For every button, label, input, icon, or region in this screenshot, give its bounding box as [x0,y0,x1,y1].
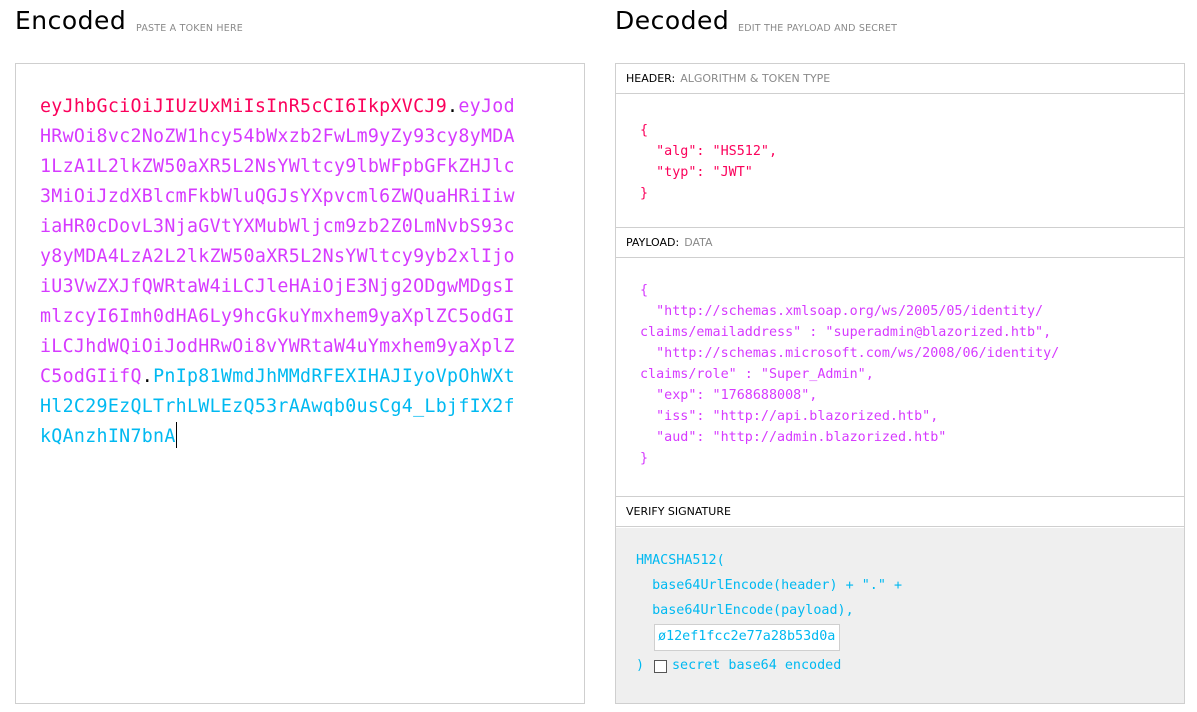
payload-json-line: "http://schemas.xmlsoap.org/ws/2005/05/i… [640,304,1044,319]
decoded-title: Decoded [615,6,730,35]
secret-input[interactable]: ø12ef1fcc2e77a28b53d0a [654,624,840,651]
encoded-title: Encoded [15,6,127,35]
verify-section-label: VERIFY SIGNATURE [626,505,731,518]
payload-json-line: { [640,283,649,298]
payload-json-line: claims/emailaddress" : "superadmin@blazo… [640,325,1052,340]
token-dot: . [141,366,154,387]
decoded-subtitle: EDIT THE PAYLOAD AND SECRET [738,23,898,34]
encoded-token-text[interactable]: eyJhbGciOiJIUzUxMiIsInR5cCI6IkpXVCJ9.eyJ… [40,92,520,452]
payload-json-editor[interactable]: { "http://schemas.xmlsoap.org/ws/2005/05… [640,280,1059,469]
token-dot: . [447,96,459,117]
payload-section-sub: DATA [684,236,713,249]
encoded-token-textarea[interactable]: eyJhbGciOiJIUzUxMiIsInR5cCI6IkpXVCJ9.eyJ… [15,63,585,704]
header-section-heading: HEADER: ALGORITHM & TOKEN TYPE [616,64,1184,94]
decoded-panel: Decoded EDIT THE PAYLOAD AND SECRET HEAD… [615,0,1185,712]
header-json-editor[interactable]: { "alg": "HS512", "typ": "JWT"} [640,120,777,204]
header-json-line: "alg": "HS512", [640,144,778,159]
header-json-line: } [640,186,649,201]
token-payload-part: eyJodHRwOi8vc2NoZW1hcy54bWxzb2FwLm9yZy93… [40,96,515,387]
encoded-subtitle: PASTE A TOKEN HERE [136,23,243,34]
payload-json-line: "exp": "1768688008", [640,388,818,403]
secret-base64-checkbox[interactable] [654,660,667,673]
header-json-line: { [640,123,649,138]
payload-json-line: "iss": "http://api.blazorized.htb", [640,409,939,424]
hmac-close-paren: ) [636,658,645,673]
decoded-box: HEADER: ALGORITHM & TOKEN TYPE { "alg": … [615,63,1185,704]
payload-json-line: claims/role" : "Super_Admin", [640,367,874,382]
text-cursor [175,422,177,448]
payload-section-heading: PAYLOAD: DATA [616,228,1184,258]
payload-json-line: } [640,451,649,466]
hmac-function-line: HMACSHA512( [636,553,725,568]
payload-json-line: "http://schemas.microsoft.com/ws/2008/06… [640,346,1060,361]
secret-base64-label[interactable]: secret base64 encoded [672,658,841,673]
header-section-sub: ALGORITHM & TOKEN TYPE [680,72,831,85]
token-header-part: eyJhbGciOiJIUzUxMiIsInR5cCI6IkpXVCJ9 [40,96,448,117]
payload-encode-line: base64UrlEncode(payload), [636,603,854,618]
payload-section-label: PAYLOAD: [626,236,680,249]
header-section-label: HEADER: [626,72,676,85]
header-encode-line: base64UrlEncode(header) + "." + [636,578,903,593]
header-json-line: "typ": "JWT" [640,165,753,180]
verify-section-heading: VERIFY SIGNATURE [616,497,1184,527]
encoded-panel: Encoded PASTE A TOKEN HERE eyJhbGciOiJIU… [15,0,585,712]
payload-json-line: "aud": "http://admin.blazorized.htb" [640,430,947,445]
